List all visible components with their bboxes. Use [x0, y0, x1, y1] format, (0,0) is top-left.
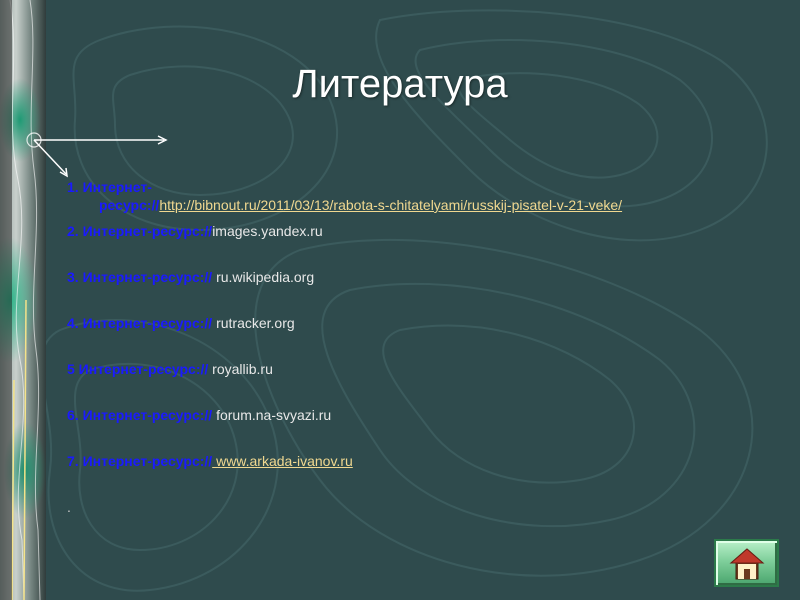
list-item-5: 5 Интернет-ресурс:// royallib.ru: [67, 360, 767, 378]
item-url: images.yandex.ru: [212, 223, 323, 239]
list-item-1: 1. Интернет- ресурс://http://bibnout.ru/…: [67, 178, 767, 214]
trailing-dot: .: [67, 499, 71, 515]
item-url: forum.na-svyazi.ru: [212, 407, 332, 423]
list-item-3: 3. Интернет-ресурс:// ru.wikipedia.org: [67, 268, 767, 286]
item-label: 4. Интернет-ресурс://: [67, 315, 213, 331]
list-item-4: 4. Интернет-ресурс:// rutracker.org: [67, 314, 767, 332]
list-item-2: 2. Интернет-ресурс://images.yandex.ru: [67, 222, 767, 240]
item-label: 6. Интернет-ресурс://: [67, 407, 213, 423]
home-button[interactable]: [714, 539, 779, 587]
list-item-7: 7. Интернет-ресурс:// www.arkada-ivanov.…: [67, 452, 767, 470]
item-url: royallib.ru: [208, 361, 273, 377]
item-label: 3. Интернет-ресурс://: [67, 269, 213, 285]
reference-list: 1. Интернет- ресурс://http://bibnout.ru/…: [67, 178, 767, 516]
bibnout-link[interactable]: http://bibnout.ru/2011/03/13/rabota-s-ch…: [159, 197, 622, 213]
list-item-6: 6. Интернет-ресурс:// forum.na-svyazi.ru: [67, 406, 767, 424]
arkada-link[interactable]: www.arkada-ivanov.ru: [212, 453, 353, 469]
page-title: Литература: [292, 62, 508, 106]
item-label-cont: ресурс://: [99, 197, 160, 213]
item-label: 5 Интернет-ресурс://: [67, 361, 209, 377]
item-url: ru.wikipedia.org: [212, 269, 315, 285]
item-label: 7. Интернет-ресурс://: [67, 453, 213, 469]
item-label: 1. Интернет-: [67, 179, 152, 195]
item-label: 2. Интернет-ресурс://: [67, 223, 213, 239]
home-icon: [729, 548, 765, 580]
item-url: rutracker.org: [212, 315, 295, 331]
